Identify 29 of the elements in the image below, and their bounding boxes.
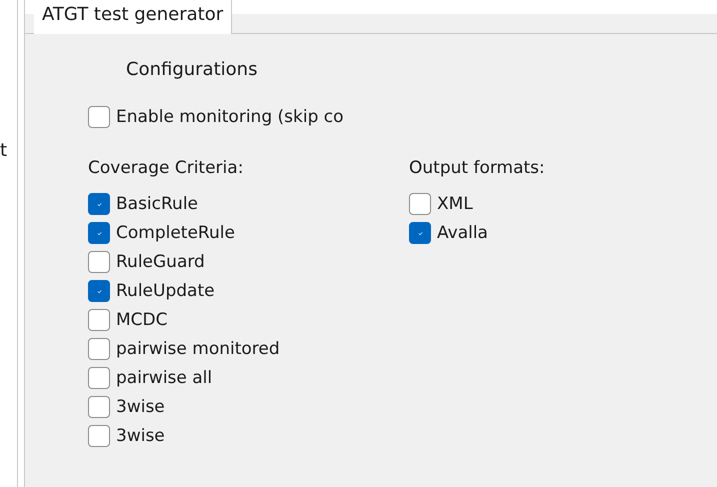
checkbox-label: 3wise <box>116 424 165 446</box>
checkbox-label: RuleUpdate <box>116 280 215 302</box>
section-title: Configurations <box>126 58 258 82</box>
checkbox-label: pairwise monitored <box>116 338 280 360</box>
checkbox-label: XML <box>437 192 473 214</box>
checkbox[interactable] <box>88 366 110 388</box>
checkbox-label: Enable monitoring (skip co <box>116 106 344 128</box>
checkbox[interactable] <box>88 424 110 446</box>
pane-text: t <box>0 140 8 162</box>
checkbox-label: CompleteRule <box>116 222 235 244</box>
checkbox[interactable] <box>88 396 110 418</box>
checkbox-label: pairwise all <box>116 366 212 388</box>
checkbox[interactable] <box>88 106 110 128</box>
checkbox[interactable] <box>88 280 110 302</box>
tab[interactable]: ATGT test generator <box>34 0 232 34</box>
checkbox[interactable] <box>88 222 110 244</box>
checkbox[interactable] <box>88 250 110 272</box>
checkbox-label: BasicRule <box>116 192 198 214</box>
checkbox[interactable] <box>409 222 431 244</box>
checkbox-label: RuleGuard <box>116 250 205 272</box>
checkbox[interactable] <box>88 308 110 330</box>
checkbox-label: Avalla <box>437 222 488 244</box>
checkbox[interactable] <box>88 192 110 214</box>
checkbox[interactable] <box>409 192 431 214</box>
group-heading: Output formats: <box>409 157 545 179</box>
group-heading: Coverage Criteria: <box>88 157 244 179</box>
checkbox[interactable] <box>88 338 110 360</box>
checkbox-label: 3wise <box>116 396 165 418</box>
checkbox-label: MCDC <box>116 308 168 330</box>
